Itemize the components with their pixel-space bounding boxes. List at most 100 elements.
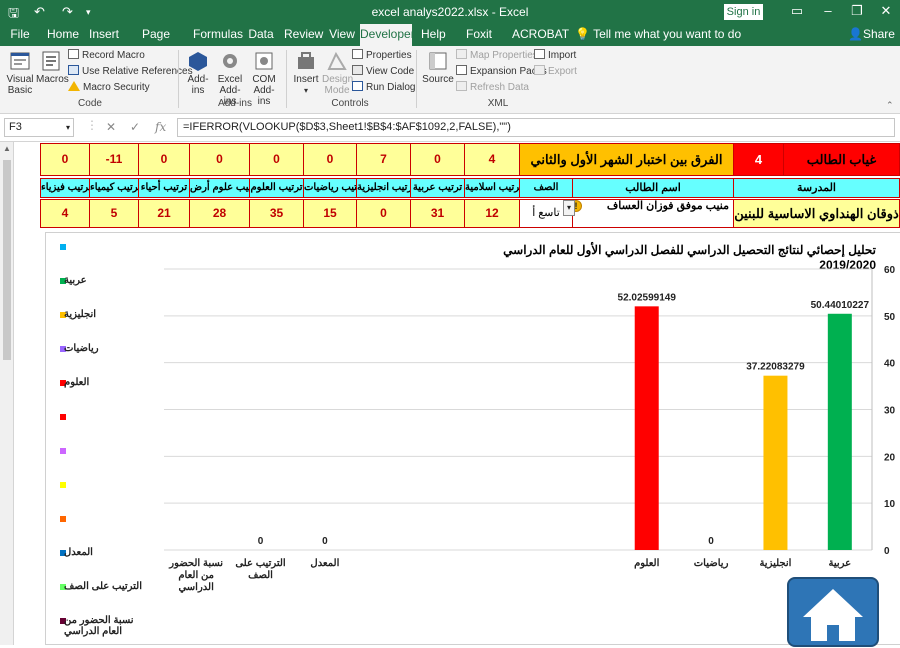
title-bar: 🖫 ↶ ↷ ▾ excel analys2022.xlsx - Excel Si… xyxy=(0,0,900,24)
diff-value-cell[interactable]: 0 xyxy=(249,143,304,176)
bar xyxy=(763,375,788,550)
close-icon[interactable]: ✕ xyxy=(876,3,896,19)
cancel-entry-icon[interactable]: ✕ xyxy=(106,120,116,134)
relative-references-button[interactable]: Use Relative References xyxy=(68,65,193,79)
school-name[interactable]: ذوقان الهنداوي الاساسية للبنين xyxy=(733,199,900,228)
tab-foxit-pdf[interactable]: Foxit PDF xyxy=(458,24,500,61)
more-options-icon: ⋮ xyxy=(86,118,98,132)
import-button[interactable]: Import xyxy=(534,49,576,63)
macros-button[interactable]: Macros xyxy=(36,50,69,85)
tab-developer[interactable]: Developer xyxy=(360,24,415,46)
view-code-button[interactable]: View Code xyxy=(352,65,414,79)
rank-value-cell[interactable]: 4 xyxy=(40,199,90,228)
rank-header[interactable]: ترتيب فيزياء xyxy=(40,178,90,198)
diff-value-cell[interactable]: 0 xyxy=(410,143,465,176)
relative-references-icon xyxy=(68,65,79,75)
rank-header[interactable]: ترتيب عربية xyxy=(410,178,465,198)
tab-file[interactable]: File xyxy=(4,24,36,46)
run-dialog-button[interactable]: Run Dialog xyxy=(352,81,415,95)
design-mode-button[interactable]: Design Mode xyxy=(322,50,353,96)
tab-help[interactable]: Help xyxy=(421,24,446,46)
insert-control-button[interactable]: Insert ▾ xyxy=(292,50,320,96)
difference-label[interactable]: الفرق بين اختبار الشهر الأول والثاني xyxy=(519,143,734,176)
map-properties-button[interactable]: Map Properties xyxy=(456,49,538,63)
rank-header[interactable]: ترتيب علوم أرض xyxy=(189,178,250,198)
macro-security-button[interactable]: Macro Security xyxy=(68,81,150,95)
tab-page-layout[interactable]: Page Layout xyxy=(128,24,184,61)
diff-value-cell[interactable]: -11 xyxy=(89,143,139,176)
ribbon-display-options-icon[interactable]: ▭ xyxy=(787,3,807,19)
rank-value-cell[interactable]: 12 xyxy=(464,199,520,228)
tab-formulas[interactable]: Formulas xyxy=(193,24,243,46)
group-label-controls: Controls xyxy=(331,98,369,109)
absence-value[interactable]: 4 xyxy=(733,143,784,176)
toolbox-icon xyxy=(298,52,314,69)
student-name[interactable]: منيب موفق فوزان العساف xyxy=(572,199,734,228)
rank-header[interactable]: ترتيب كيمياء xyxy=(89,178,139,198)
chart-plot[interactable]: 60 50 40 30 20 10 0 عربية انجليزية رياضيات العلوم ا… xyxy=(46,233,900,646)
tab-acrobat[interactable]: ACROBAT xyxy=(512,24,569,46)
class-header[interactable]: الصف xyxy=(519,178,573,198)
rank-value-cell[interactable]: 28 xyxy=(189,199,250,228)
restore-icon[interactable]: ❐ xyxy=(847,3,867,19)
chart-area[interactable]: تحليل إحصائي لنتائج التحصيل الدراسي للفص… xyxy=(45,232,900,645)
tab-review[interactable]: Review xyxy=(284,24,323,46)
collapse-ribbon-icon[interactable]: ⌃ xyxy=(886,100,894,111)
rank-header[interactable]: ترتيب انجليزية xyxy=(356,178,411,198)
school-header[interactable]: المدرسة xyxy=(733,178,900,198)
formula-input[interactable]: =IFERROR(VLOOKUP($D$3,Sheet1!$B$4:$AF$10… xyxy=(177,118,895,137)
macros-icon xyxy=(42,51,60,71)
rank-value-cell[interactable]: 5 xyxy=(89,199,139,228)
confirm-entry-icon[interactable]: ✓ xyxy=(130,120,140,134)
vertical-scrollbar[interactable]: ▲ xyxy=(0,142,14,645)
rank-value-cell[interactable]: 21 xyxy=(138,199,190,228)
y-tick-label: 30 xyxy=(884,406,896,417)
data-label: 37.22083279 xyxy=(746,362,805,373)
properties-button[interactable]: Properties xyxy=(352,49,412,63)
rank-value-cell[interactable]: 35 xyxy=(249,199,304,228)
refresh-data-button[interactable]: Refresh Data xyxy=(456,81,529,95)
map-properties-icon xyxy=(456,49,467,59)
diff-value-cell[interactable]: 7 xyxy=(356,143,411,176)
minimize-icon[interactable]: – xyxy=(818,3,838,18)
tab-home[interactable]: Home xyxy=(44,24,82,46)
export-button[interactable]: Export xyxy=(534,65,577,79)
worksheet[interactable]: ▲ غياب الطالب 4 الفرق بين اختبار الشهر ا… xyxy=(0,142,900,645)
tab-view[interactable]: View xyxy=(328,24,356,46)
rank-header[interactable]: ترتيب العلوم xyxy=(249,178,304,198)
properties-icon xyxy=(352,49,363,59)
diff-value-cell[interactable]: 0 xyxy=(40,143,90,176)
diff-value-cell[interactable]: 4 xyxy=(464,143,520,176)
diff-value-cell[interactable]: 0 xyxy=(189,143,250,176)
scroll-up-icon[interactable]: ▲ xyxy=(3,144,11,153)
run-dialog-icon xyxy=(352,81,363,91)
rank-value-cell[interactable]: 31 xyxy=(410,199,465,228)
xml-source-button[interactable]: Source xyxy=(422,50,454,85)
diff-value-cell[interactable]: 0 xyxy=(138,143,190,176)
home-button[interactable] xyxy=(787,577,879,647)
rank-header[interactable]: ترتيب رياضيات xyxy=(303,178,357,198)
addins-button[interactable]: Add-ins xyxy=(184,50,212,96)
y-tick-label: 40 xyxy=(884,359,896,370)
cell-dropdown-icon[interactable]: ▾ xyxy=(563,200,575,216)
record-macro-button[interactable]: Record Macro xyxy=(68,49,145,63)
rank-header[interactable]: ترتيب أحياء xyxy=(138,178,190,198)
x-tick-label: رياضيات xyxy=(694,558,729,569)
rank-value-cell[interactable]: 0 xyxy=(356,199,411,228)
rank-header[interactable]: ترتيب اسلامية xyxy=(464,178,520,198)
lightbulb-icon: 💡 xyxy=(575,27,594,41)
sign-in-button[interactable]: Sign in xyxy=(724,4,763,20)
name-box[interactable]: F3 ▾ xyxy=(4,118,74,137)
student-header[interactable]: اسم الطالب xyxy=(572,178,734,198)
tell-me-search[interactable]: 💡 Tell me what you want to do xyxy=(575,24,741,44)
visual-basic-button[interactable]: Visual Basic xyxy=(6,50,34,96)
absence-label[interactable]: غياب الطالب xyxy=(783,143,900,176)
insert-function-icon[interactable]: fx xyxy=(155,120,166,134)
tab-insert[interactable]: Insert xyxy=(88,24,120,46)
scrollbar-thumb[interactable] xyxy=(3,160,11,360)
ribbon-separator xyxy=(286,50,287,108)
tab-data[interactable]: Data xyxy=(248,24,274,46)
share-button[interactable]: 👤Share xyxy=(848,24,895,44)
rank-value-cell[interactable]: 15 xyxy=(303,199,357,228)
diff-value-cell[interactable]: 0 xyxy=(303,143,357,176)
